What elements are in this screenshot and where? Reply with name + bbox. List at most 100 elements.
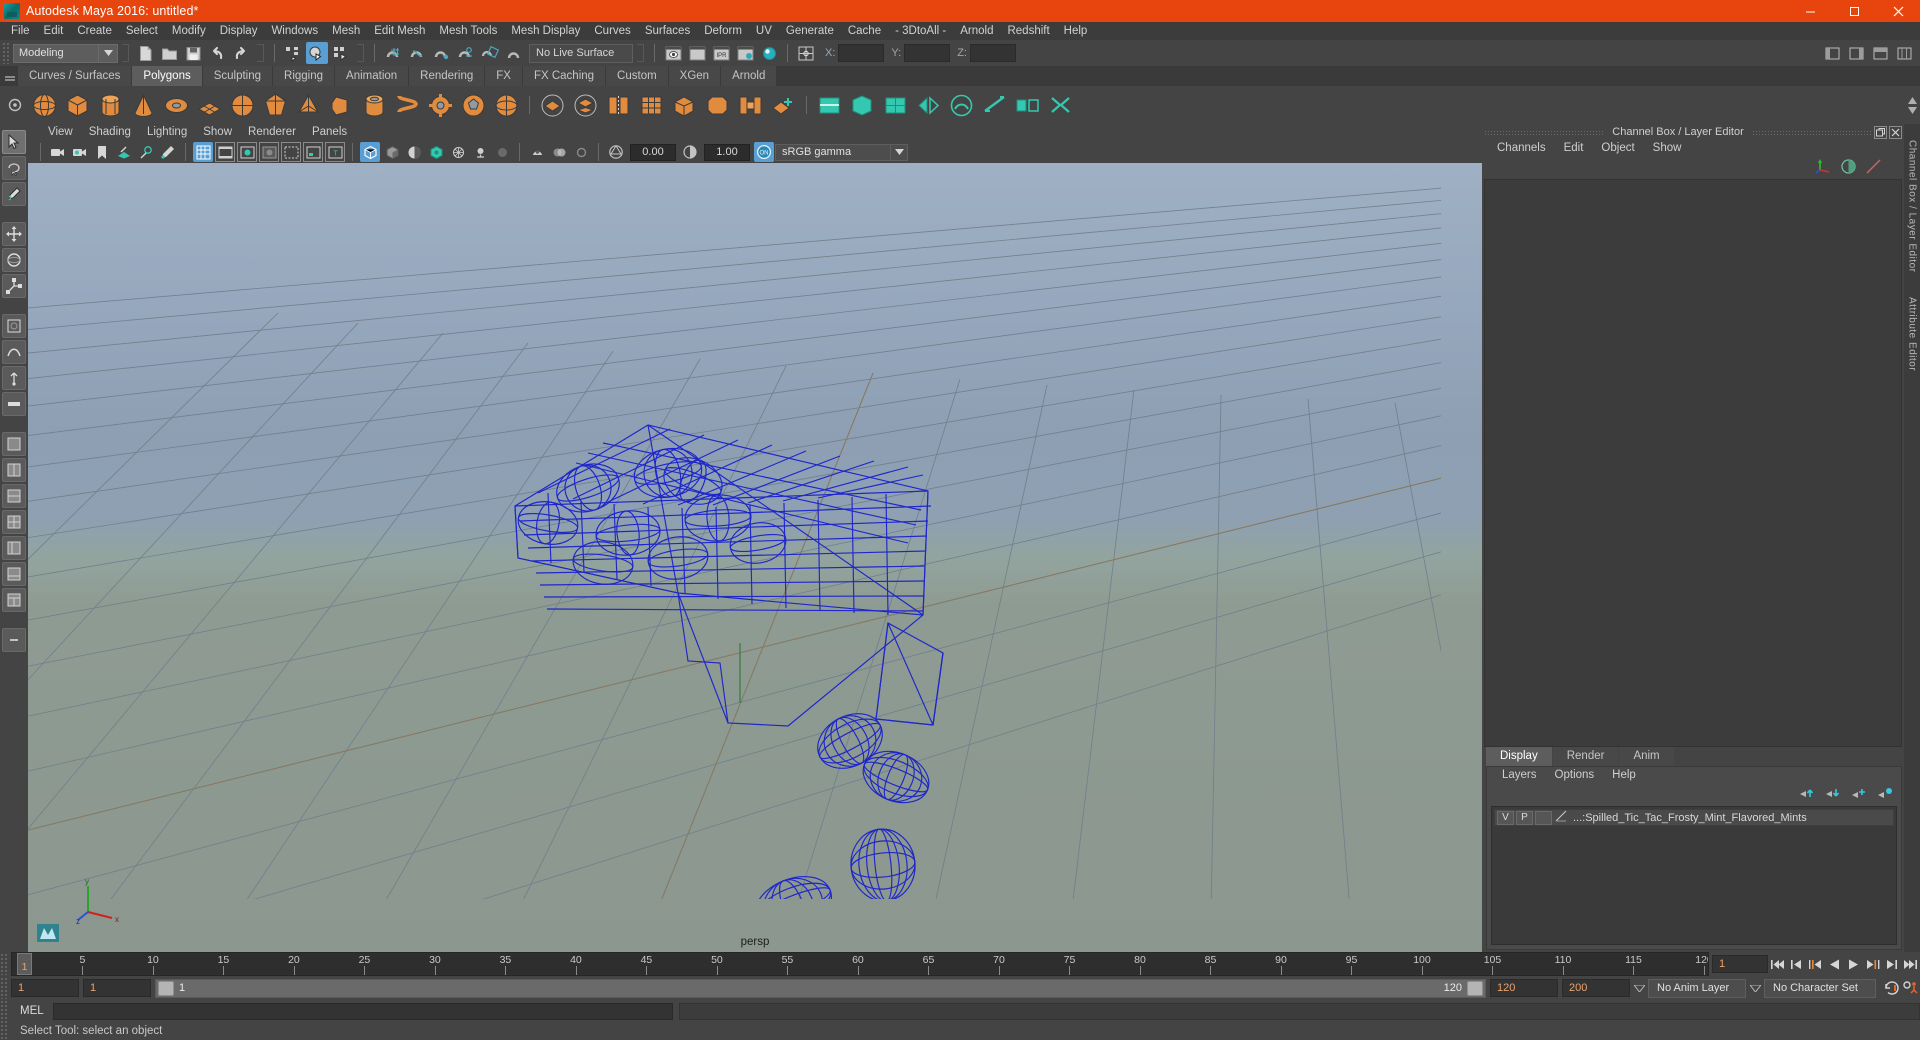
sculpt-icon[interactable]: [945, 89, 978, 122]
layer-editor-tab-anim[interactable]: Anim: [1619, 747, 1674, 766]
polygon-pyramid-icon[interactable]: [292, 89, 325, 122]
exposure-field[interactable]: 0.00: [630, 143, 676, 161]
exposure-icon[interactable]: [606, 142, 626, 162]
color-space-selector[interactable]: sRGB gamma: [775, 143, 891, 161]
new-scene-icon[interactable]: [134, 42, 156, 64]
shelf-tab-animation[interactable]: Animation: [335, 66, 409, 86]
shelf-tab-custom[interactable]: Custom: [606, 66, 668, 86]
menu-edit[interactable]: Edit: [37, 22, 71, 40]
shelf-tab-curves-surfaces[interactable]: Curves / Surfaces: [18, 66, 132, 86]
shape-channel-icon[interactable]: [1865, 158, 1882, 178]
layer-name[interactable]: ...:Spilled_Tic_Tac_Frosty_Mint_Flavored…: [1573, 812, 1807, 824]
side-tab-channel-box-layer-editor[interactable]: Channel Box / Layer Editor: [1907, 134, 1918, 279]
layout-more-icon[interactable]: [2, 628, 26, 652]
undock-panel-icon[interactable]: [1874, 125, 1887, 139]
show-hide-attribute-editor-icon[interactable]: [1845, 42, 1867, 64]
help-line-grip[interactable]: [0, 1020, 8, 1040]
3d-viewport[interactable]: y x z persp: [28, 163, 1482, 952]
layer-list[interactable]: V P ...:Spilled_Tic_Tac_Frosty_Mint_Flav…: [1491, 806, 1897, 945]
viewport-menu-view[interactable]: View: [40, 124, 81, 141]
new-layer-from-selected-icon[interactable]: [1877, 786, 1893, 803]
move-layer-up-icon[interactable]: [1799, 786, 1815, 803]
panel-drag-handle[interactable]: [1751, 129, 1872, 135]
layer-editor-menu-help[interactable]: Help: [1603, 767, 1645, 784]
play-backwards-icon[interactable]: [1825, 954, 1844, 974]
shelf-tab-polygons[interactable]: Polygons: [132, 66, 202, 86]
menu-curves[interactable]: Curves: [587, 22, 637, 40]
separate-icon[interactable]: [569, 89, 602, 122]
panel-drag-handle[interactable]: [1484, 129, 1605, 135]
bridge-icon[interactable]: [734, 89, 767, 122]
polygon-cylinder-icon[interactable]: [94, 89, 127, 122]
range-end-handle[interactable]: [1467, 980, 1483, 996]
grease-pencil-icon[interactable]: [158, 142, 178, 162]
view-transform-toggle-icon[interactable]: ON: [754, 142, 774, 162]
ipr-label-icon[interactable]: IPR: [710, 42, 732, 64]
current-frame-field[interactable]: 1: [1712, 955, 1768, 973]
menuset-selector[interactable]: Modeling: [13, 43, 99, 63]
gamma-icon[interactable]: [680, 142, 700, 162]
layout-two-pane-side-icon[interactable]: [2, 458, 26, 482]
layout-two-pane-stacked-icon[interactable]: [2, 484, 26, 508]
polygon-soccerball-icon[interactable]: [457, 89, 490, 122]
film-gate-icon[interactable]: [215, 142, 235, 162]
gamma-field[interactable]: 1.00: [704, 143, 750, 161]
snap-to-projected-center-icon[interactable]: [454, 42, 476, 64]
last-tool-used-icon[interactable]: [2, 392, 26, 416]
menu-uv[interactable]: UV: [749, 22, 779, 40]
go-to-end-icon[interactable]: [1901, 954, 1920, 974]
viewport-menu-lighting[interactable]: Lighting: [139, 124, 195, 141]
viewport-menu-show[interactable]: Show: [195, 124, 240, 141]
command-language-label[interactable]: MEL: [11, 1005, 53, 1017]
show-hide-modeling-toolkit-icon[interactable]: [1821, 42, 1843, 64]
move-layer-down-icon[interactable]: [1825, 786, 1841, 803]
menu-cache[interactable]: Cache: [841, 22, 888, 40]
shelf-tab-xgen[interactable]: XGen: [668, 66, 721, 86]
range-bar[interactable]: 1 120: [155, 978, 1486, 998]
shelf-tab-rigging[interactable]: Rigging: [273, 66, 335, 86]
layer-editor-tab-render[interactable]: Render: [1552, 747, 1619, 766]
step-forward-key-icon[interactable]: [1863, 954, 1882, 974]
chevron-down-icon[interactable]: [1630, 979, 1648, 998]
rotate-tool-icon[interactable]: [2, 248, 26, 272]
reduce-icon[interactable]: [1044, 89, 1077, 122]
chevron-down-icon[interactable]: [99, 43, 118, 63]
hypershade-icon[interactable]: [758, 42, 780, 64]
select-camera-icon[interactable]: [48, 142, 68, 162]
polygon-superellipse-icon[interactable]: [490, 89, 523, 122]
current-time-indicator[interactable]: 1: [17, 953, 32, 975]
resolution-gate-icon[interactable]: [237, 142, 257, 162]
menu-select[interactable]: Select: [119, 22, 165, 40]
select-tool-icon[interactable]: [2, 130, 26, 154]
channel-box-menu-show[interactable]: Show: [1644, 140, 1691, 157]
time-slider-grip[interactable]: [0, 953, 8, 975]
booleans-icon[interactable]: [602, 89, 635, 122]
menu-arnold[interactable]: Arnold: [953, 22, 1000, 40]
redo-icon[interactable]: [230, 42, 252, 64]
step-forward-frame-icon[interactable]: [1882, 954, 1901, 974]
polygon-helix-icon[interactable]: [391, 89, 424, 122]
layout-persp-outliner-icon[interactable]: [2, 536, 26, 560]
output-channel-icon[interactable]: [1840, 158, 1857, 178]
menu-help[interactable]: Help: [1057, 22, 1095, 40]
render-current-frame-icon[interactable]: [662, 42, 684, 64]
polygon-cube-icon[interactable]: [61, 89, 94, 122]
xray-joints-icon[interactable]: [571, 142, 591, 162]
two-d-pan-zoom-icon[interactable]: [136, 142, 156, 162]
polygon-sphere-icon[interactable]: [28, 89, 61, 122]
mirror-icon[interactable]: [912, 89, 945, 122]
range-start-handle[interactable]: [158, 980, 174, 996]
close-icon[interactable]: [1876, 0, 1920, 22]
layer-editor-menu-layers[interactable]: Layers: [1493, 767, 1546, 784]
combine-icon[interactable]: [536, 89, 569, 122]
title-safe-icon[interactable]: T: [325, 142, 345, 162]
chevron-down-icon[interactable]: [1746, 979, 1764, 998]
smooth-shade-all-icon[interactable]: [382, 142, 402, 162]
menu-create[interactable]: Create: [70, 22, 119, 40]
grid-toggle-icon[interactable]: [193, 142, 213, 162]
screen-space-ao-icon[interactable]: [492, 142, 512, 162]
minimize-icon[interactable]: [1788, 0, 1832, 22]
layer-state-toggle[interactable]: [1535, 810, 1552, 825]
viewport-menu-panels[interactable]: Panels: [304, 124, 355, 141]
command-input[interactable]: [52, 1002, 673, 1020]
